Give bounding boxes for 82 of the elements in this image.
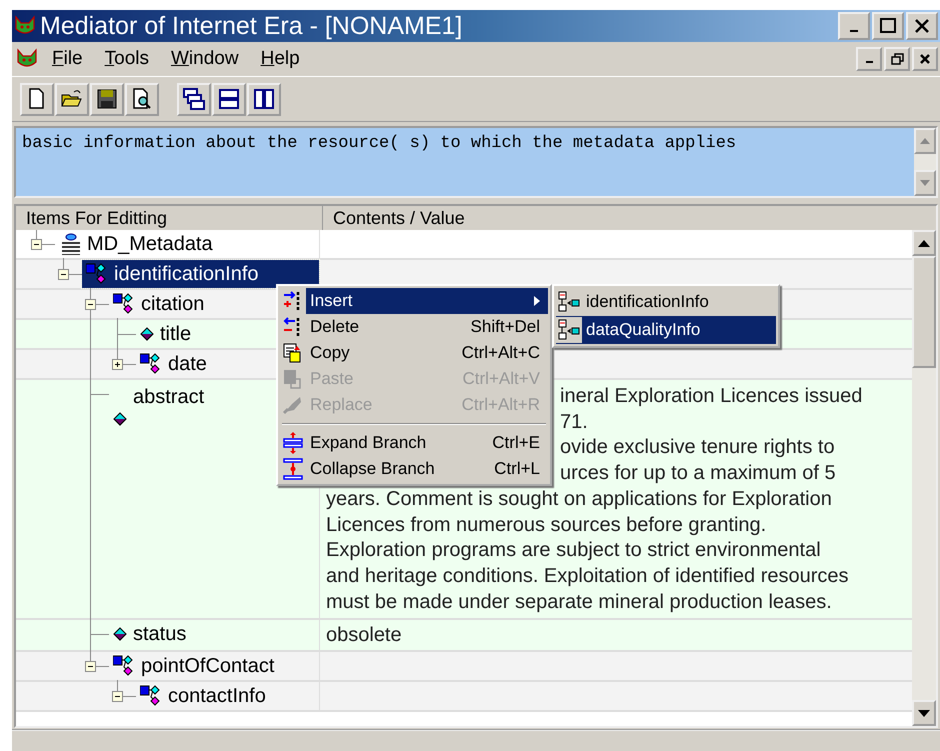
expand-toggle[interactable] xyxy=(112,359,123,370)
down-arrow-icon xyxy=(918,710,930,716)
diamond-icon xyxy=(140,327,154,341)
tree-item[interactable]: citation xyxy=(109,290,208,318)
tree-item[interactable]: status xyxy=(109,620,190,648)
node-tree-icon xyxy=(113,655,135,678)
menu-item[interactable]: identificationInfo xyxy=(556,288,776,316)
tree-item[interactable]: title xyxy=(136,320,196,348)
scroll-up-button[interactable] xyxy=(912,230,936,256)
value-text: urces for up to a maximum of 5 xyxy=(560,462,836,484)
value-text: must be made under separate mineral production leases. xyxy=(326,590,832,613)
tree-item[interactable]: identificationInfo xyxy=(82,260,319,288)
menu-item[interactable]: Delete Shift+Del xyxy=(280,314,548,340)
up-arrow-icon xyxy=(918,240,930,246)
new-file-button[interactable] xyxy=(20,82,54,116)
menu-item[interactable]: File xyxy=(44,48,91,70)
node-tree-icon xyxy=(140,685,162,708)
window-title: Mediator of Internet Era - [NONAME1] xyxy=(40,12,464,40)
scroll-thumb[interactable] xyxy=(912,256,936,368)
maximize-button[interactable] xyxy=(872,12,904,40)
tree-item[interactable]: abstract xyxy=(109,380,208,618)
document-lines-icon xyxy=(59,233,81,255)
scrollbar[interactable] xyxy=(912,230,936,726)
value-text: 71. xyxy=(560,410,588,433)
close-button[interactable] xyxy=(912,47,938,71)
menu-item[interactable]: Collapse Branch Ctrl+L xyxy=(280,456,548,482)
menu-item[interactable]: Help xyxy=(252,48,308,70)
column-header[interactable]: Contents / Value xyxy=(323,206,475,230)
tree-item[interactable]: contactInfo xyxy=(136,682,270,710)
scroll-down-button[interactable] xyxy=(912,700,936,726)
collapse-toggle[interactable] xyxy=(85,661,96,672)
node-tree-icon xyxy=(86,263,108,285)
description-text: basic information about the resource( s) to which the metadata applies xyxy=(21,133,738,155)
cascade-windows-icon xyxy=(182,87,206,111)
collapse-toggle[interactable] xyxy=(58,269,69,280)
menu-item[interactable]: Expand Branch Ctrl+E xyxy=(280,430,548,456)
value-text: Exploration programs are subject to strict environmental xyxy=(326,539,821,562)
menu-item[interactable]: Tools xyxy=(96,48,157,70)
value-text: and heritage conditions. Exploitation of identified resources xyxy=(326,564,849,587)
expand-rows-icon xyxy=(282,432,304,454)
up-arrow-icon xyxy=(920,138,930,144)
collapse-toggle[interactable] xyxy=(85,299,96,310)
menu-item[interactable]: Insert xyxy=(280,288,548,314)
paste-icon xyxy=(282,368,304,390)
menu-item[interactable]: Window xyxy=(162,48,247,70)
side-by-side-windows-button[interactable] xyxy=(247,82,281,116)
stacked-windows-button[interactable] xyxy=(212,82,246,116)
tree-item[interactable]: MD_Metadata xyxy=(55,230,217,258)
value-text: obsolete xyxy=(326,624,402,646)
restore-icon xyxy=(889,51,905,67)
value-text: ineral Exploration Licences issued xyxy=(560,385,862,407)
menu-item[interactable]: Copy Ctrl+Alt+C xyxy=(280,340,548,366)
maximize-icon xyxy=(878,16,898,36)
value-text: ovide exclusive tenure rights to xyxy=(560,436,835,458)
folder-button[interactable] xyxy=(55,82,89,116)
tree-item[interactable]: pointOfContact xyxy=(109,652,278,680)
collapse-rows-icon xyxy=(282,458,304,480)
menu-item[interactable]: dataQualityInfo xyxy=(556,316,776,344)
diamond-icon xyxy=(113,412,127,426)
link-node-icon xyxy=(558,291,580,313)
diamond-icon xyxy=(113,627,127,642)
collapse-toggle[interactable] xyxy=(112,691,123,702)
value-text: Licences from numerous sources before granting. xyxy=(326,514,766,536)
tree-item[interactable]: date xyxy=(136,350,211,378)
side-by-side-windows-icon xyxy=(252,87,276,111)
brush-icon xyxy=(282,394,304,416)
close-button[interactable] xyxy=(906,12,938,40)
minimize-button[interactable] xyxy=(856,47,882,71)
value-text: years. Comment is sought on applications for Exploration xyxy=(326,488,832,510)
magnifier-page-button[interactable] xyxy=(125,82,159,116)
link-node-icon xyxy=(558,319,580,341)
collapse-toggle[interactable] xyxy=(31,239,42,250)
cascade-windows-button[interactable] xyxy=(177,82,211,116)
node-tree-icon xyxy=(113,293,135,315)
floppy-disk-button[interactable] xyxy=(90,82,124,116)
minimize-icon xyxy=(850,30,858,32)
stacked-windows-icon xyxy=(217,87,241,111)
minimize-icon xyxy=(866,61,872,63)
down-arrow-icon xyxy=(920,180,930,186)
restore-button[interactable] xyxy=(884,47,910,71)
plus-icon xyxy=(113,360,122,369)
node-tree-icon xyxy=(140,353,162,375)
